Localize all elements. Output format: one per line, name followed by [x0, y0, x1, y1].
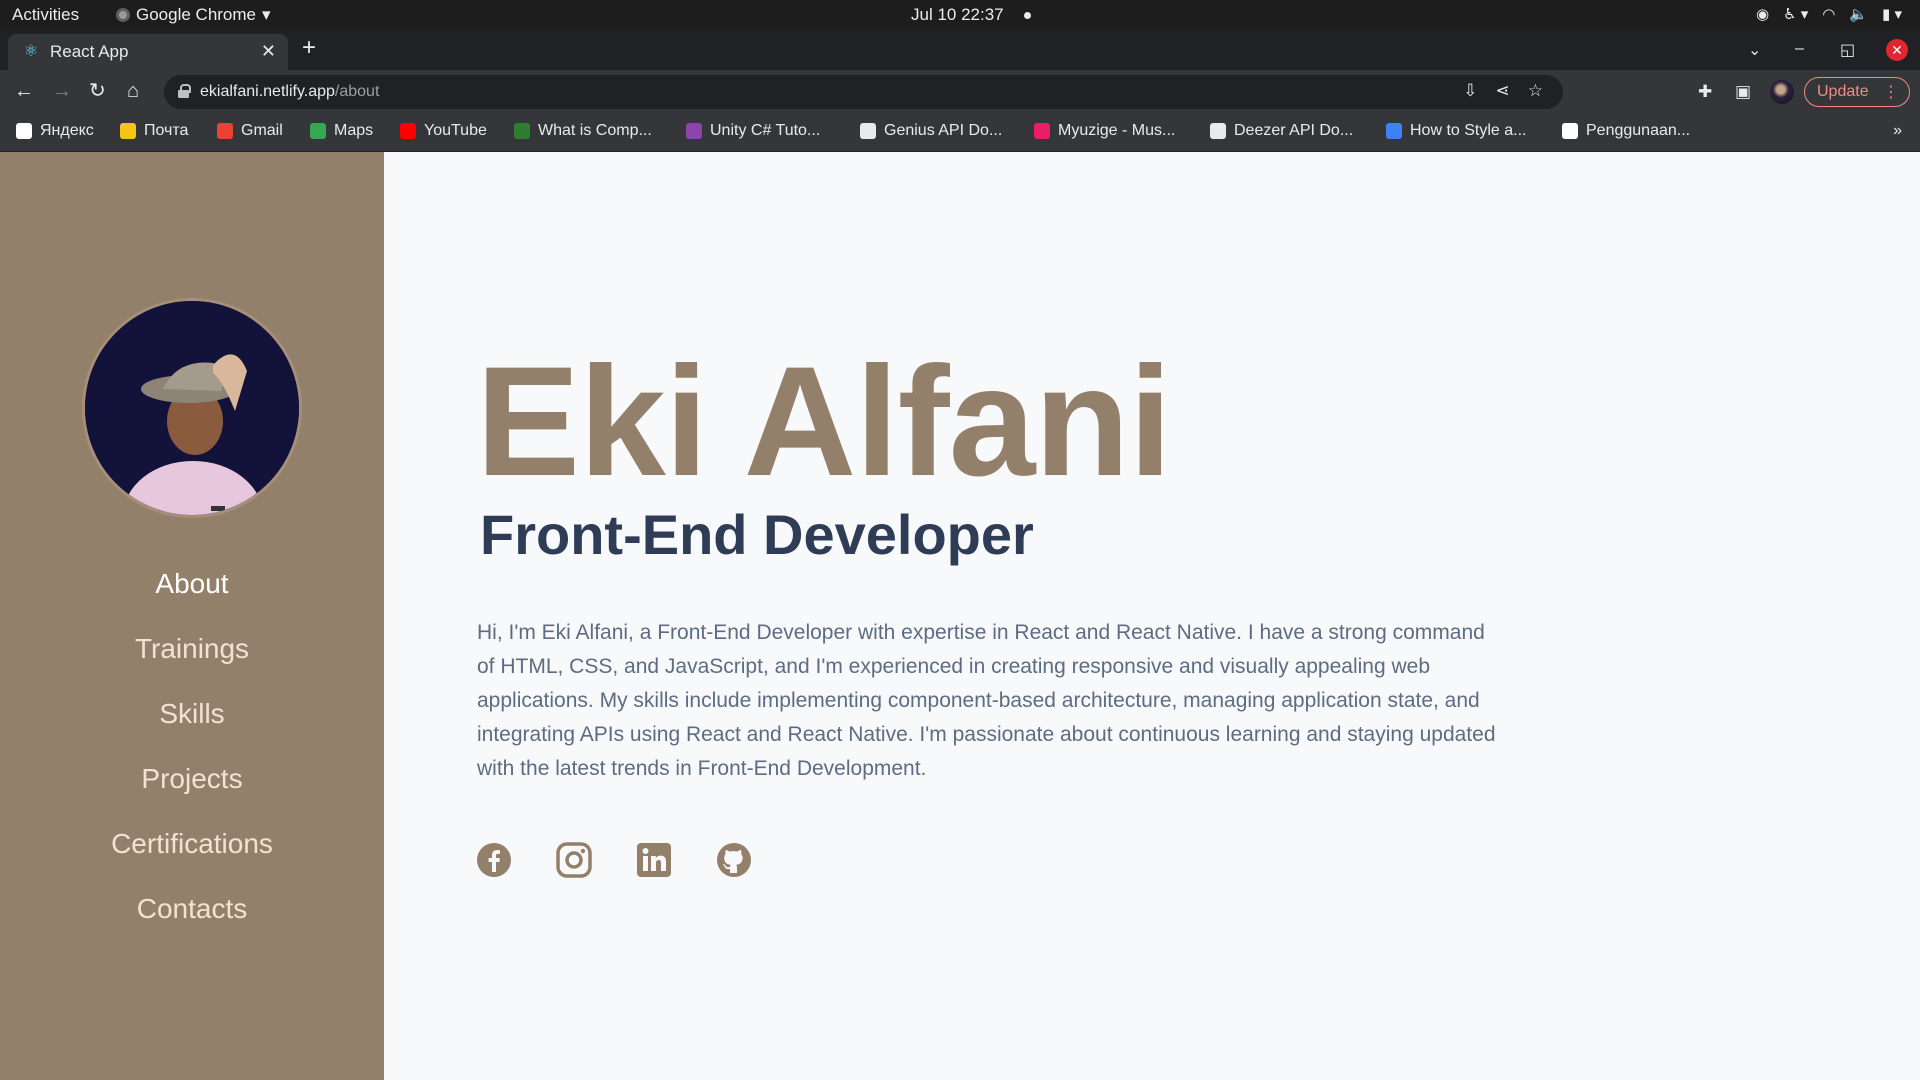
close-tab-icon[interactable]: ✕ [261, 41, 276, 62]
tab-react-app[interactable]: ⚛ React App ✕ [8, 34, 288, 70]
facebook-icon[interactable] [476, 842, 512, 878]
bookmark-label: Почта [144, 122, 189, 139]
tab-strip: ⚛ React App ✕ [0, 30, 1920, 70]
bookmarks-bar: Яндекс Почта Gmail Maps YouTube What is … [0, 114, 1920, 152]
new-tab-button[interactable]: + [302, 36, 316, 60]
wifi-icon[interactable]: ◠ [1822, 5, 1835, 23]
github-icon[interactable] [716, 842, 752, 878]
react-icon: ⚛ [23, 43, 39, 60]
profile-avatar-icon[interactable] [1770, 80, 1794, 104]
hero-name: Eki Alfani [476, 335, 1172, 509]
about-section: Eki Alfani Front-End Developer Hi, I'm E… [384, 152, 1920, 1080]
bookmark-label: What is Comp... [538, 122, 652, 139]
restore-icon[interactable]: ◱ [1840, 40, 1855, 60]
bookmark-item[interactable]: YouTube [400, 122, 487, 140]
update-label: Update [1817, 83, 1869, 100]
share-icon[interactable]: ⋖ [1496, 81, 1510, 101]
volume-icon[interactable]: 🔈 [1849, 5, 1868, 23]
bookmark-item[interactable]: Genius API Do... [860, 122, 1002, 140]
bookmark-icon-2 [217, 123, 233, 139]
window-close-button[interactable]: ✕ [1886, 39, 1908, 61]
bio-paragraph: Hi, I'm Eki Alfani, a Front-End Develope… [477, 621, 1496, 780]
battery-icon[interactable]: ▮ ▾ [1882, 5, 1902, 23]
bookmark-icon-5 [514, 123, 530, 139]
bookmark-item[interactable]: Яндекс [16, 122, 94, 140]
bookmark-item[interactable]: Myuzige - Mus... [1034, 122, 1175, 140]
bookmark-item[interactable]: Penggunaan... [1562, 122, 1690, 140]
bookmark-icon-4 [400, 123, 416, 139]
bookmark-item[interactable]: Gmail [217, 122, 283, 140]
bookmark-star-icon[interactable]: ☆ [1528, 81, 1543, 101]
profile-photo [82, 298, 302, 518]
update-button[interactable]: Update ⋮ [1804, 77, 1910, 107]
home-icon[interactable]: ⌂ [127, 80, 139, 102]
discord-icon[interactable]: ◉ [1756, 5, 1769, 23]
bookmark-label: Unity C# Tuto... [710, 122, 821, 139]
lock-icon[interactable] [178, 84, 191, 98]
bookmark-icon-11 [1562, 123, 1578, 139]
forward-icon[interactable]: → [52, 80, 72, 102]
nav-about[interactable]: About [0, 567, 384, 632]
profile-photo-illustration [85, 301, 299, 515]
nav-skills[interactable]: Skills [0, 697, 384, 762]
chrome-icon [116, 8, 130, 22]
main-nav: About Trainings Skills Projects Certific… [0, 567, 384, 957]
hero-role: Front-End Developer [480, 503, 1034, 566]
back-icon[interactable]: ← [14, 80, 34, 102]
address-bar[interactable]: ekialfani.netlify.app/about ⇩ ⋖ ☆ [164, 75, 1563, 109]
accessibility-icon[interactable]: ♿ ▾ [1783, 5, 1808, 23]
install-app-icon[interactable]: ⇩ [1463, 81, 1477, 101]
linkedin-icon[interactable] [636, 842, 672, 878]
app-menu[interactable]: Google Chrome ▾ [116, 5, 271, 25]
url-path: /about [334, 83, 380, 100]
bookmark-icon-10 [1386, 123, 1402, 139]
notification-dot-icon [1024, 12, 1031, 19]
bookmark-item[interactable]: How to Style a... [1386, 122, 1527, 140]
nav-trainings[interactable]: Trainings [0, 632, 384, 697]
bookmark-item[interactable]: Почта [120, 122, 188, 140]
bookmark-label: Maps [334, 122, 374, 139]
bookmark-label: Яндекс [40, 122, 94, 139]
bookmark-label: Myuzige - Mus... [1058, 122, 1176, 139]
system-tray[interactable]: ◉ ♿ ▾ ◠ 🔈 ▮ ▾ [1756, 5, 1902, 23]
reload-icon[interactable]: ↻ [89, 80, 106, 102]
system-top-bar: Activities Google Chrome ▾ Jul 10 22:37 … [0, 0, 1920, 30]
bookmark-label: How to Style a... [1410, 122, 1527, 139]
tab-search-icon[interactable]: ⌄ [1748, 40, 1761, 60]
bookmark-icon-9 [1210, 123, 1226, 139]
bookmark-label: Deezer API Do... [1234, 122, 1354, 139]
bookmark-label: Gmail [241, 122, 283, 139]
extensions-icon[interactable]: ✚ [1698, 82, 1712, 102]
nav-contacts[interactable]: Contacts [0, 892, 384, 957]
bookmark-icon-8 [1034, 123, 1050, 139]
activities-button[interactable]: Activities [12, 5, 79, 25]
bookmark-item[interactable]: What is Comp... [514, 122, 652, 140]
bookmark-label: Genius API Do... [884, 122, 1003, 139]
bookmark-icon-7 [860, 123, 876, 139]
social-links [476, 842, 752, 878]
url-host: ekialfani.netlify.app [200, 83, 335, 100]
bookmark-icon-1 [120, 123, 136, 139]
bookmark-item[interactable]: Maps [310, 122, 373, 140]
caret-down-icon: ▾ [262, 5, 271, 24]
bookmark-label: YouTube [424, 122, 487, 139]
bookmark-icon-3 [310, 123, 326, 139]
minimize-icon[interactable]: – [1795, 40, 1804, 58]
bookmark-label: Penggunaan... [1586, 122, 1691, 139]
more-bookmarks-icon[interactable]: » [1893, 122, 1902, 140]
bookmark-item[interactable]: Unity C# Tuto... [686, 122, 820, 140]
bookmark-item[interactable]: Deezer API Do... [1210, 122, 1353, 140]
bookmark-icon-0 [16, 123, 32, 139]
tab-title: React App [50, 42, 129, 61]
browser-toolbar: ← → ↻ ⌂ ekialfani.netlify.app/about ⇩ ⋖ … [0, 70, 1920, 114]
menu-kebab-icon[interactable]: ⋮ [1883, 82, 1899, 102]
instagram-icon[interactable] [556, 842, 592, 878]
side-panel-icon[interactable]: ▣ [1735, 82, 1751, 102]
app-menu-label: Google Chrome [136, 5, 257, 24]
nav-projects[interactable]: Projects [0, 762, 384, 827]
nav-certifications[interactable]: Certifications [0, 827, 384, 892]
sidebar: About Trainings Skills Projects Certific… [0, 152, 384, 1080]
bookmark-icon-6 [686, 123, 702, 139]
clock[interactable]: Jul 10 22:37 [911, 5, 1004, 25]
